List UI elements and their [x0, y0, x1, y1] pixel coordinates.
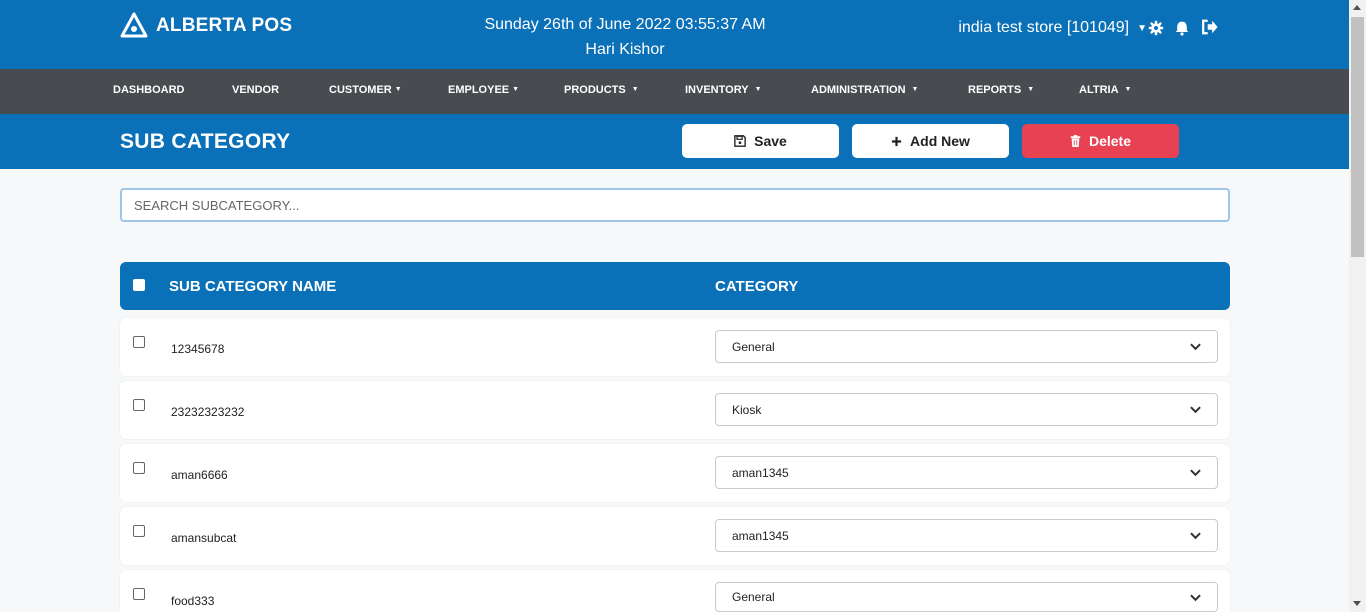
caret-down-icon: ▼ — [1027, 86, 1035, 93]
nav-altria[interactable]: ALTRIA ▼ — [1079, 84, 1131, 96]
subcategory-name: aman6666 — [171, 468, 228, 482]
nav-administration[interactable]: ADMINISTRATION ▼ — [811, 84, 918, 96]
brand[interactable]: ALBERTA POS — [120, 12, 292, 40]
page-title: SUB CATEGORY — [120, 130, 291, 153]
bell-icon[interactable] — [1174, 18, 1192, 38]
store-selector[interactable]: india test store [101049] ▼ — [958, 19, 1147, 37]
caret-down-icon: ▼ — [394, 86, 402, 93]
trash-icon — [1070, 135, 1081, 147]
column-header-category: CATEGORY — [715, 278, 799, 295]
nav-dashboard[interactable]: DASHBOARD — [113, 84, 185, 96]
chevron-down-icon — [1190, 532, 1201, 540]
nav-products[interactable]: PRODUCTS ▼ — [564, 84, 639, 96]
caret-down-icon: ▼ — [1137, 22, 1147, 34]
delete-button[interactable]: Delete — [1022, 124, 1179, 158]
save-button[interactable]: Save — [682, 124, 839, 158]
nav-customer[interactable]: CUSTOMER ▼ — [329, 84, 402, 96]
row-checkbox[interactable] — [133, 336, 145, 348]
date-line: Sunday 26th of June 2022 03:55:37 AM — [484, 16, 766, 33]
table-row: 23232323232 Kiosk — [120, 381, 1230, 439]
row-checkbox[interactable] — [133, 462, 145, 474]
main-nav: DASHBOARD VENDOR CUSTOMER ▼ EMPLOYEE ▼ PRO… — [0, 69, 1349, 114]
category-select[interactable]: General — [715, 582, 1218, 612]
page-toolbar: SUB CATEGORY Save Add New Delete — [0, 114, 1349, 169]
category-select[interactable]: aman1345 — [715, 519, 1218, 552]
table-row: food333 General — [120, 570, 1230, 612]
subcategory-name: 23232323232 — [171, 405, 245, 419]
caret-down-icon: ▼ — [512, 86, 520, 93]
table-row: amansubcat aman1345 — [120, 507, 1230, 565]
floppy-disk-icon — [734, 135, 746, 147]
column-header-subcategory: SUB CATEGORY NAME — [169, 278, 337, 295]
nav-inventory[interactable]: INVENTORY ▼ — [685, 84, 762, 96]
plus-icon — [891, 136, 902, 146]
row-checkbox[interactable] — [133, 399, 145, 411]
alberta-logo-icon — [120, 12, 148, 38]
table-row: aman6666 aman1345 — [120, 444, 1230, 502]
nav-employee[interactable]: EMPLOYEE ▼ — [448, 84, 519, 96]
nav-reports[interactable]: REPORTS ▼ — [968, 84, 1034, 96]
row-checkbox[interactable] — [133, 525, 145, 537]
table-row: 12345678 General — [120, 318, 1230, 376]
table-header: SUB CATEGORY NAME CATEGORY — [120, 262, 1230, 310]
add-new-button[interactable]: Add New — [852, 124, 1009, 158]
chevron-down-icon — [1190, 469, 1201, 477]
caret-down-icon: ▼ — [631, 86, 639, 93]
scroll-up-arrow-icon[interactable] — [1353, 5, 1361, 10]
logout-icon[interactable] — [1200, 18, 1218, 38]
search-input[interactable] — [120, 188, 1230, 222]
scroll-thumb[interactable] — [1351, 17, 1364, 257]
chevron-down-icon — [1190, 343, 1201, 351]
page-scrollbar[interactable] — [1349, 0, 1366, 612]
category-select[interactable]: Kiosk — [715, 393, 1218, 426]
scroll-down-arrow-icon[interactable] — [1353, 601, 1361, 606]
datetime: Sunday 26th of June 2022 03:55:37 AM Har… — [450, 12, 800, 62]
store-name: india test store [101049] — [958, 19, 1130, 36]
chevron-down-icon — [1190, 406, 1201, 414]
user-name: Hari Kishor — [585, 41, 665, 58]
subcategory-name: food333 — [171, 594, 215, 608]
brand-name: ALBERTA POS — [156, 15, 293, 36]
subcategory-name: amansubcat — [171, 531, 237, 545]
select-all-checkbox[interactable] — [133, 279, 145, 291]
caret-down-icon: ▼ — [1124, 86, 1132, 93]
chevron-down-icon — [1190, 593, 1201, 601]
nav-vendor[interactable]: VENDOR — [232, 84, 279, 96]
top-header: ALBERTA POS Sunday 26th of June 2022 03:… — [0, 0, 1349, 69]
gear-icon[interactable] — [1148, 18, 1166, 38]
caret-down-icon: ▼ — [754, 86, 762, 93]
row-checkbox[interactable] — [133, 588, 145, 600]
caret-down-icon: ▼ — [911, 86, 919, 93]
category-select[interactable]: General — [715, 330, 1218, 363]
category-select[interactable]: aman1345 — [715, 456, 1218, 489]
subcategory-name: 12345678 — [171, 342, 225, 356]
